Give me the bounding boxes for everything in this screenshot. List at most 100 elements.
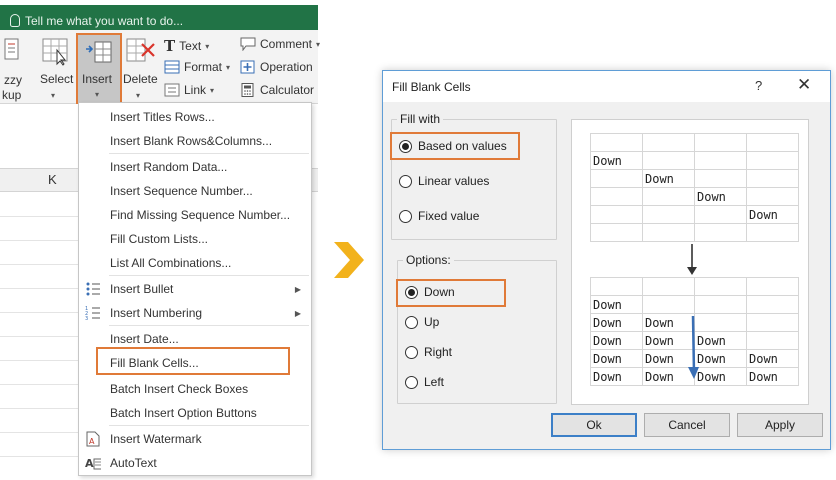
menu-separator bbox=[109, 153, 309, 154]
insert-chevron-icon: ▾ bbox=[95, 90, 100, 99]
radio-selected-icon bbox=[405, 285, 418, 299]
radio-up[interactable]: Up bbox=[405, 315, 439, 329]
menu-item-insert-blank-rows-columns[interactable]: Insert Blank Rows&Columns... bbox=[79, 129, 311, 153]
menu-item-autotext[interactable]: A AutoText bbox=[79, 451, 311, 475]
preview-cell bbox=[590, 205, 643, 224]
insert-button[interactable]: Insert ▾ bbox=[76, 33, 122, 104]
menu-item-label: Insert Random Data... bbox=[110, 160, 228, 174]
menu-item-insert-bullet[interactable]: Insert Bullet ▶ bbox=[79, 277, 311, 301]
menu-item-insert-watermark[interactable]: A Insert Watermark bbox=[79, 427, 311, 451]
delete-button[interactable]: Delete bbox=[123, 72, 158, 86]
preview-cell bbox=[642, 223, 695, 242]
calculator-button[interactable]: Calculator bbox=[240, 83, 314, 97]
preview-cell: Down bbox=[694, 331, 747, 350]
menu-item-insert-sequence-number[interactable]: Insert Sequence Number... bbox=[79, 179, 311, 203]
fill-blank-cells-highlight bbox=[96, 347, 290, 375]
preview-cell bbox=[642, 133, 695, 152]
row-gridline bbox=[0, 312, 78, 313]
comment-menu[interactable]: Comment ▾ bbox=[240, 37, 320, 51]
calculator-label: Calculator bbox=[260, 83, 315, 97]
tell-me-bar[interactable]: Tell me what you want to do... bbox=[0, 5, 318, 30]
numbered-list-icon: 123 bbox=[85, 306, 100, 321]
cancel-button[interactable]: Cancel bbox=[644, 413, 730, 437]
preview-cell bbox=[746, 313, 799, 332]
text-menu[interactable]: T Text ▾ bbox=[164, 37, 209, 55]
select-icon bbox=[42, 38, 68, 66]
radio-label: Based on values bbox=[418, 139, 507, 153]
link-menu[interactable]: Link ▾ bbox=[164, 83, 214, 97]
fuzzy-label-1[interactable]: zzy bbox=[4, 73, 22, 87]
menu-item-find-missing-sequence-number[interactable]: Find Missing Sequence Number... bbox=[79, 203, 311, 227]
fill-blank-cells-dialog: Fill Blank Cells ? ✕ Fill with Based on … bbox=[382, 70, 831, 450]
preview-cell: Down bbox=[746, 205, 799, 224]
format-menu[interactable]: Format ▾ bbox=[164, 60, 230, 74]
column-header-k[interactable]: K bbox=[48, 172, 57, 187]
fuzzy-label-2[interactable]: kup bbox=[2, 88, 21, 102]
menu-item-label: Insert Sequence Number... bbox=[110, 184, 253, 198]
radio-based-on-values[interactable]: Based on values bbox=[399, 139, 507, 153]
radio-unselected-icon bbox=[399, 209, 412, 223]
preview-cell bbox=[746, 331, 799, 350]
close-icon[interactable]: ✕ bbox=[797, 75, 811, 95]
menu-item-label: List All Combinations... bbox=[110, 256, 232, 270]
menu-item-insert-titles-rows[interactable]: Insert Titles Rows... bbox=[79, 105, 311, 129]
row-gridline bbox=[0, 336, 78, 337]
format-icon bbox=[164, 60, 180, 74]
menu-item-label: Insert Titles Rows... bbox=[110, 110, 215, 124]
menu-item-list-all-combinations[interactable]: List All Combinations... bbox=[79, 251, 311, 275]
menu-item-label: Insert Date... bbox=[110, 332, 179, 346]
preview-cell bbox=[694, 169, 747, 188]
menu-item-label: Batch Insert Check Boxes bbox=[110, 382, 249, 396]
preview-cell: Down bbox=[590, 295, 643, 314]
radio-right[interactable]: Right bbox=[405, 345, 452, 359]
options-label: Options: bbox=[403, 253, 454, 267]
radio-down[interactable]: Down bbox=[405, 285, 455, 299]
preview-cell bbox=[590, 187, 643, 206]
menu-item-label: Find Missing Sequence Number... bbox=[110, 208, 291, 222]
menu-item-batch-insert-check-boxes[interactable]: Batch Insert Check Boxes bbox=[79, 377, 311, 401]
radio-linear-values[interactable]: Linear values bbox=[399, 174, 489, 188]
menu-item-batch-insert-option-buttons[interactable]: Batch Insert Option Buttons bbox=[79, 401, 311, 425]
radio-label: Down bbox=[424, 285, 455, 299]
tell-me-placeholder: Tell me what you want to do... bbox=[25, 13, 184, 28]
select-button[interactable]: Select bbox=[40, 72, 73, 86]
delete-chevron-icon[interactable]: ▾ bbox=[136, 91, 140, 100]
preview-row: Down bbox=[590, 295, 799, 314]
radio-unselected-icon bbox=[399, 174, 412, 188]
radio-label: Left bbox=[424, 375, 445, 389]
operation-button[interactable]: Operation bbox=[240, 60, 313, 74]
radio-label: Up bbox=[424, 315, 440, 329]
preview-row: Down bbox=[590, 151, 799, 170]
preview-cell: Down bbox=[590, 349, 643, 368]
preview-cell bbox=[642, 205, 695, 224]
select-chevron-icon[interactable]: ▾ bbox=[51, 91, 55, 100]
ok-button[interactable]: Ok bbox=[551, 413, 637, 437]
radio-fixed-value[interactable]: Fixed value bbox=[399, 209, 479, 223]
preview-cell bbox=[694, 277, 747, 296]
apply-button[interactable]: Apply bbox=[737, 413, 823, 437]
operation-icon bbox=[240, 60, 255, 74]
watermark-icon: A bbox=[86, 431, 100, 447]
help-icon[interactable]: ? bbox=[755, 78, 762, 93]
menu-item-label: Batch Insert Option Buttons bbox=[110, 406, 257, 420]
dialog-title-bar[interactable]: Fill Blank Cells bbox=[383, 71, 830, 102]
preview-cell bbox=[694, 223, 747, 242]
preview-cell: Down bbox=[694, 349, 747, 368]
menu-separator bbox=[109, 425, 309, 426]
radio-left[interactable]: Left bbox=[405, 375, 444, 389]
preview-cell bbox=[694, 313, 747, 332]
preview-cell: Down bbox=[694, 367, 747, 386]
delete-icon bbox=[126, 38, 155, 62]
menu-item-label: AutoText bbox=[110, 456, 157, 470]
menu-item-fill-custom-lists[interactable]: Fill Custom Lists... bbox=[79, 227, 311, 251]
dialog-title: Fill Blank Cells bbox=[392, 80, 471, 94]
preview-cell: Down bbox=[746, 349, 799, 368]
fuzzy-lookup-icon bbox=[4, 38, 19, 60]
menu-item-insert-random-data[interactable]: Insert Random Data... bbox=[79, 155, 311, 179]
row-gridline bbox=[0, 264, 78, 265]
radio-unselected-icon bbox=[405, 375, 418, 389]
menu-item-label: Insert Blank Rows&Columns... bbox=[110, 134, 273, 148]
lightbulb-icon bbox=[10, 14, 20, 27]
preview-cell: Down bbox=[746, 367, 799, 386]
menu-item-insert-numbering[interactable]: 123 Insert Numbering ▶ bbox=[79, 301, 311, 325]
